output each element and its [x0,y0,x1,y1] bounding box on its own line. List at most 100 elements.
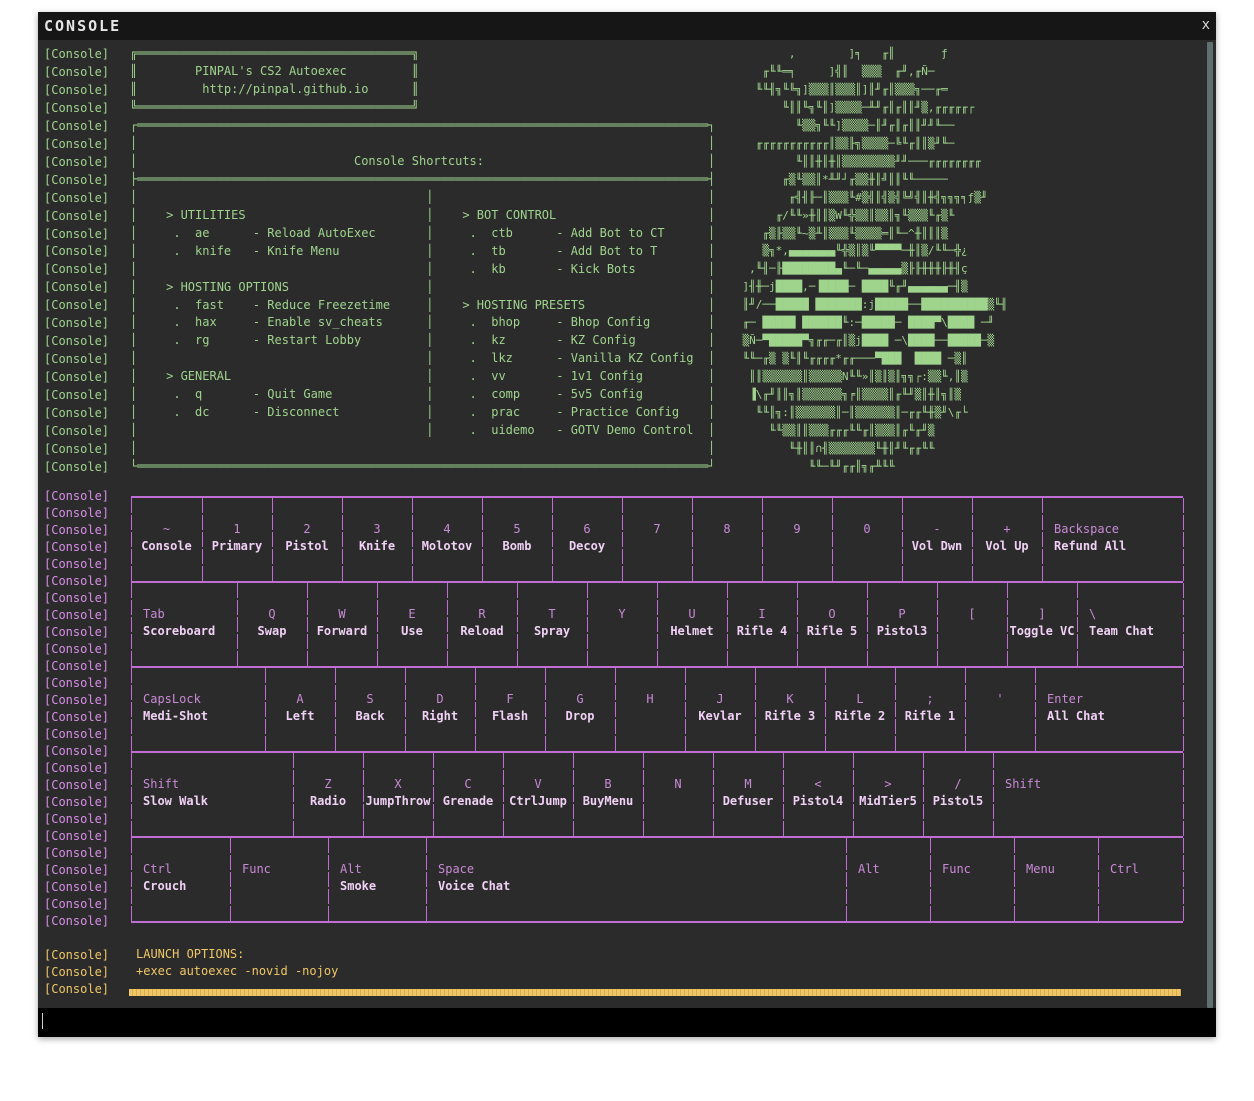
console-prefix: [Console] [44,829,110,843]
console-prefix: [Console] [44,262,110,277]
key-binding [643,794,713,809]
key-legend: ~ [162,522,171,536]
console-prefix: [Console] [44,557,110,571]
console-prefix: [Console] [44,591,110,605]
console-prefix: [Console] [44,642,110,656]
key-binding [615,709,685,724]
console-prefix: [Console] [44,280,110,295]
key-divider [328,838,329,921]
key-binding: Grenade [442,794,494,808]
key-legend: - [933,522,941,536]
close-icon[interactable]: x [1202,17,1210,33]
key-binding: Kevlar [698,709,742,723]
key-legend: Tab [143,607,165,621]
console-prefix: [Console] [44,100,110,115]
key-binding: Use [401,624,423,638]
key-legend: X [394,777,402,791]
key-binding: Smoke [340,879,377,893]
key-legend: Alt [340,862,362,876]
key-legend: CapsLock [143,692,201,706]
console-prefix: [Console] [44,172,110,187]
console-prefix: [Console] [44,523,110,537]
key-legend: W [338,607,346,621]
key-binding: Refund All [1054,539,1127,553]
console-prefix: [Console] [44,118,110,133]
console-prefix: [Console] [44,226,110,241]
key-binding: Bomb [502,539,532,553]
key-binding: Decoy [568,539,606,553]
console-prefix: [Console] [44,778,110,792]
key-binding: Crouch [143,879,187,893]
key-legend: U [688,607,696,621]
key-legend: Backspace [1054,522,1120,536]
key-binding: Reload [460,624,504,638]
key-legend: 8 [723,522,731,536]
key-binding: Pistol4 [792,794,844,808]
console-prefix: [Console] [44,441,110,456]
console-prefix: [Console] [44,406,110,420]
key-binding: Console [141,539,192,553]
key-binding [1005,794,1181,809]
console-prefix: [Console] [44,795,110,809]
keyboard-row-border [131,751,1183,753]
console-prefix: [Console] [44,982,110,996]
console-prefix: [Console] [44,316,110,331]
key-binding: Drop [565,709,595,723]
key-divider [131,838,132,921]
key-binding: Pistol5 [932,794,984,808]
key-divider [993,753,994,836]
console-window: CONSOLE x [Console] [Console] [Console] [Co… [38,12,1216,1037]
key-legend: I [758,607,766,621]
keyboard-row-border [131,666,1183,668]
key-binding: Scoreboard [143,624,216,638]
key-binding [622,539,692,554]
title-bar: CONSOLE x [38,12,1216,40]
console-prefix: [Console] [44,154,110,169]
key-legend: 4 [443,522,451,536]
console-prefix: [Console] [44,574,110,588]
console-prefix: [Console] [44,846,110,860]
key-binding: BuyMenu [582,794,634,808]
header-box: ╔══════════════════════════════════════╗… [130,46,419,114]
key-legend: Func [942,862,971,876]
key-legend: Shift [1005,777,1042,791]
console-prefix: [Console] [44,880,110,894]
key-legend: R [478,607,486,621]
key-legend: D [436,692,444,706]
key-binding: Helmet [670,624,714,638]
key-divider [930,838,931,921]
key-legend: N [674,777,682,791]
key-legend: Ctrl [143,862,172,876]
key-divider [1014,838,1015,921]
scrollbar-thumb[interactable] [1207,42,1213,1008]
console-prefix: [Console] [44,540,110,554]
key-binding: Vol Dwn [911,539,963,553]
key-legend: G [576,692,584,706]
key-binding: Primary [211,539,263,553]
console-prefix: [Console] [44,625,110,639]
console-prefix: [Console] [44,298,110,313]
console-prefix: [Console] [44,459,110,474]
key-binding: Voice Chat [438,879,511,893]
key-legend: [ [968,607,976,621]
command-input[interactable] [38,1008,1216,1037]
console-prefix: [Console] [44,208,110,223]
key-binding [587,624,657,639]
key-divider [230,838,231,921]
key-binding [242,879,326,894]
key-binding: Flash [491,709,529,723]
console-prefix: [Console] [44,388,110,403]
key-binding: Rifle 5 [806,624,858,638]
console-prefix: [Console] [44,423,110,438]
key-legend: Menu [1026,862,1055,876]
key-binding: Forward [316,624,368,638]
key-legend: K [786,692,794,706]
key-legend: T [548,607,556,621]
console-prefix: [Console] [44,863,110,877]
key-legend: Func [242,862,271,876]
key-legend: 5 [513,522,521,536]
key-legend: Enter [1047,692,1084,706]
key-divider [1042,498,1043,581]
console-prefix: [Console] [44,948,110,962]
key-legend: B [604,777,612,791]
